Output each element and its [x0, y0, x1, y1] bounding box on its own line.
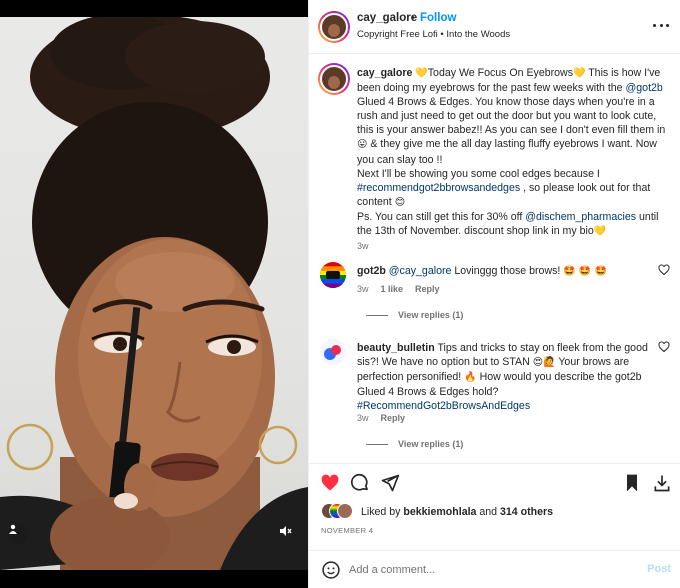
comment-mention[interactable]: @cay_galore — [389, 265, 452, 277]
comment-username[interactable]: got2b — [357, 265, 386, 277]
likes-text: Liked by bekkiemohlala and 314 others — [361, 506, 553, 518]
post-date[interactable]: NOVEMBER 4 — [321, 526, 373, 535]
bookmark-icon[interactable] — [621, 472, 643, 494]
comment-meta: 3w 1 like Reply — [357, 284, 440, 294]
heart-filled-icon[interactable] — [319, 472, 341, 494]
view-replies-label: View replies (1) — [398, 439, 464, 449]
follow-button[interactable]: Follow — [420, 12, 456, 24]
caption-timestamp[interactable]: 3w — [357, 241, 369, 251]
caption-username[interactable]: cay_galore — [357, 67, 412, 79]
yellow-heart-emoji: 💛 — [593, 226, 607, 238]
comment-like-count[interactable]: 1 like — [381, 284, 404, 294]
comment-text: got2b @cay_galore Lovinggg those brows! … — [357, 264, 652, 279]
emoji-icon[interactable] — [321, 560, 341, 580]
post-button[interactable]: Post — [647, 563, 671, 575]
add-comment-input[interactable] — [349, 560, 629, 580]
add-comment-bar: Post — [309, 550, 680, 588]
more-icon[interactable] — [653, 19, 669, 31]
caption-part: Glued 4 Brows & Edges. You know those da… — [357, 96, 666, 137]
comment-meta: 3w Reply — [357, 413, 405, 423]
liker-username[interactable]: bekkiemohlala — [403, 506, 476, 518]
star-eyes-emoji: 🤩 🤩 🤩 — [563, 266, 608, 277]
fire-emoji: 🔥 — [464, 372, 477, 384]
view-replies-label: View replies (1) — [398, 310, 464, 320]
reply-button[interactable]: Reply — [381, 413, 406, 423]
comment-timestamp[interactable]: 3w — [357, 284, 369, 294]
author-username[interactable]: cay_galore — [357, 12, 417, 24]
comment-timestamp[interactable]: 3w — [357, 413, 369, 423]
got2b-avatar[interactable] — [320, 262, 346, 288]
caption-part: Next I'll be showing you some cool edges… — [357, 167, 600, 180]
view-replies-button[interactable]: View replies (1) — [366, 439, 463, 449]
likes-summary: Liked by bekkiemohlala and 314 others — [309, 499, 680, 523]
comment-like-icon[interactable] — [658, 264, 670, 276]
liker-avatars[interactable] — [321, 503, 353, 519]
yellow-heart-emoji: 💛 — [573, 68, 586, 79]
comment-hashtag[interactable]: #RecommendGot2bBrowsAndEdges — [357, 400, 530, 412]
yellow-heart-emoji: 💛 — [415, 68, 428, 79]
caption-text: cay_galore 💛Today We Focus On Eyebrows💛 … — [357, 66, 675, 239]
tongue-emoji: 😛 — [357, 139, 368, 151]
caption-part: Ps. You can still get this for 30% off — [357, 210, 526, 223]
caption-part: Today We Focus On Eyebrows — [427, 67, 573, 79]
comment-text: beauty_bulletin Tips and tricks to stay … — [357, 341, 652, 413]
post-header: cay_galore • Follow Copyright Free Lofi … — [309, 0, 680, 54]
comment-like-icon[interactable] — [658, 341, 670, 353]
heart-eyes-emoji: 😍🙋 — [532, 357, 556, 369]
comment-icon[interactable] — [349, 472, 371, 494]
beauty-bulletin-avatar[interactable] — [320, 339, 346, 365]
comments-thread[interactable]: cay_galore 💛Today We Focus On Eyebrows💛 … — [309, 55, 680, 463]
caption-part: & they give me the all day lasting fluff… — [357, 138, 657, 166]
likes-prefix: Liked by — [361, 506, 404, 518]
user-tag-icon[interactable] — [8, 524, 28, 544]
separator-dot: • — [411, 12, 415, 24]
mute-icon[interactable] — [278, 524, 296, 542]
author-avatar[interactable] — [318, 11, 350, 43]
reply-button[interactable]: Reply — [415, 284, 440, 294]
comment-content: Lovinggg those brows! — [451, 265, 564, 277]
download-icon[interactable] — [651, 472, 673, 494]
mention-got2b[interactable]: @got2b — [626, 82, 663, 94]
action-bar — [309, 463, 680, 499]
caption-avatar[interactable] — [318, 63, 350, 95]
smile-emoji: 😊 — [394, 196, 406, 208]
caption-hashtag[interactable]: #recommendgot2bbrowsandedges — [357, 182, 520, 194]
audio-attribution[interactable]: Copyright Free Lofi • Into the Woods — [357, 29, 510, 40]
mention-dischem[interactable]: @dischem_pharmacies — [525, 211, 636, 223]
video-still — [0, 17, 308, 570]
video-frame[interactable] — [0, 17, 308, 570]
view-replies-button[interactable]: View replies (1) — [366, 310, 463, 320]
likes-others-count[interactable]: 314 others — [500, 506, 553, 518]
likes-middle: and — [476, 506, 500, 518]
instagram-post-view: cay_galore • Follow Copyright Free Lofi … — [0, 0, 680, 588]
post-media[interactable] — [0, 0, 308, 588]
comment-username[interactable]: beauty_bulletin — [357, 342, 435, 354]
post-side-panel: cay_galore • Follow Copyright Free Lofi … — [308, 0, 680, 588]
share-icon[interactable] — [379, 472, 401, 494]
